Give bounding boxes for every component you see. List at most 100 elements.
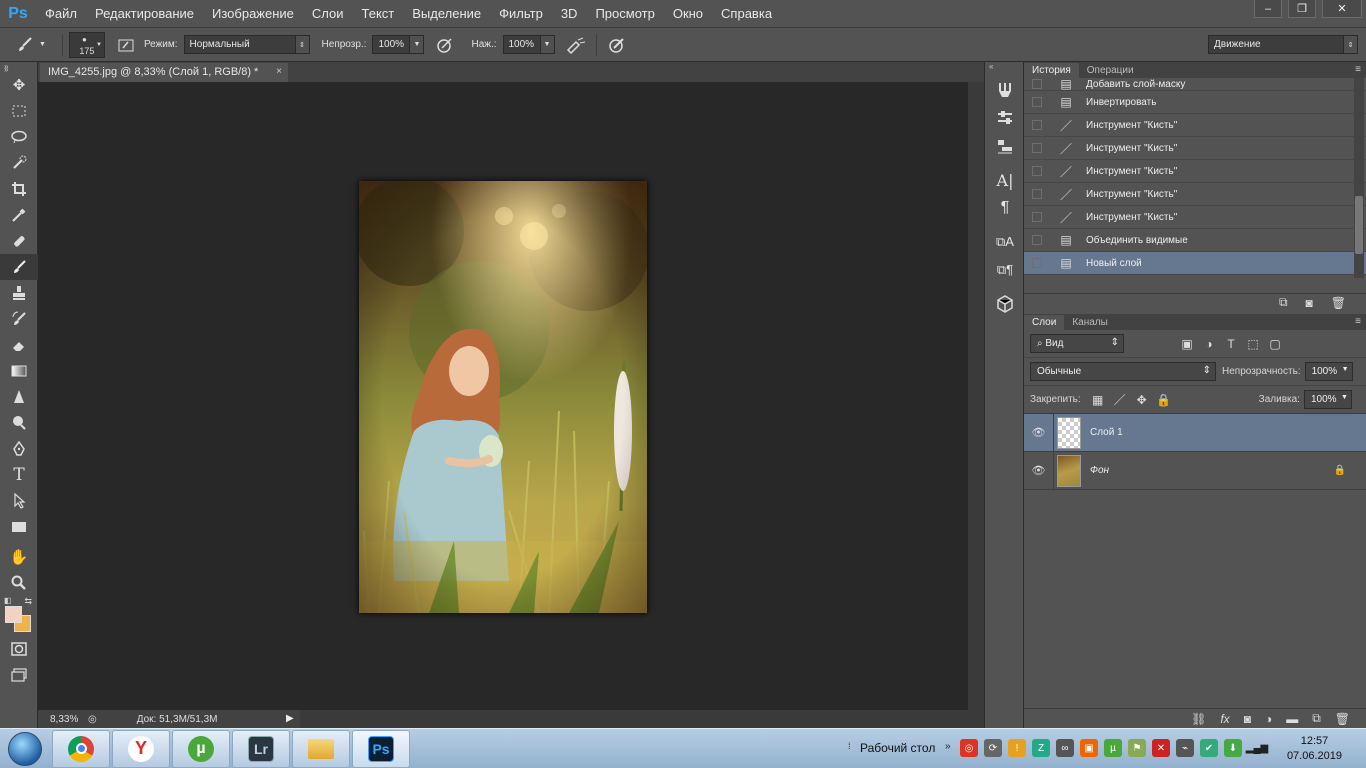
system-clock[interactable]: 12:57 07.06.2019	[1287, 734, 1342, 764]
tray-flag-icon[interactable]: ⚑	[1128, 739, 1146, 757]
chevron-down-icon[interactable]: ▼	[1342, 366, 1349, 373]
history-item[interactable]: ▤ Объединить видимые	[1024, 229, 1366, 252]
double-chevron-icon[interactable]: »	[945, 741, 951, 752]
character-panel-icon[interactable]: A|	[985, 166, 1025, 194]
history-scrollbar[interactable]	[1354, 78, 1364, 278]
menu-view[interactable]: Просмотр	[586, 6, 663, 21]
collapse-icon[interactable]: »	[4, 65, 8, 74]
history-item[interactable]: ／ Инструмент "Кисть"	[1024, 137, 1366, 160]
zoom-level[interactable]: 8,33%	[38, 714, 88, 725]
tray-orange-app-icon[interactable]: ▣	[1080, 739, 1098, 757]
tray-download-icon[interactable]: ⬇	[1224, 739, 1242, 757]
lock-all-icon[interactable]: 🔒	[1153, 393, 1175, 407]
mode-select[interactable]: Нормальный ⇕	[183, 35, 310, 54]
history-brush-tool-icon[interactable]	[0, 306, 38, 332]
history-item-selected[interactable]: ▤ Новый слой	[1024, 252, 1366, 275]
menu-select[interactable]: Выделение	[403, 6, 490, 21]
tab-channels[interactable]: Каналы	[1064, 315, 1116, 330]
paragraph-panel-icon[interactable]: ¶	[985, 194, 1025, 222]
network-signal-icon[interactable]: ▂▄▆	[1246, 739, 1268, 757]
layer-row[interactable]: 👁 Фон 🔒	[1024, 451, 1366, 490]
close-button[interactable]: ✕	[1322, 0, 1362, 18]
blur-tool-icon[interactable]	[0, 384, 38, 410]
taskbar-app-lightroom[interactable]: Lr	[232, 729, 290, 768]
layer-name[interactable]: Фон	[1090, 465, 1109, 476]
menu-help[interactable]: Справка	[712, 6, 781, 21]
brush-presets-icon[interactable]	[985, 76, 1025, 104]
history-snapshot-checkbox[interactable]	[1032, 189, 1042, 199]
tray-error-icon[interactable]: ✕	[1152, 739, 1170, 757]
taskbar-app-yandex[interactable]: Y	[112, 729, 170, 768]
lock-transparency-icon[interactable]: ▦	[1087, 393, 1109, 407]
add-mask-icon[interactable]: ◙	[1244, 712, 1251, 726]
foreground-color-swatch[interactable]	[5, 606, 22, 623]
brush-settings-icon[interactable]	[985, 104, 1025, 132]
brush-size-picker[interactable]: ● 175 ▼	[68, 31, 105, 58]
gradient-tool-icon[interactable]	[0, 358, 38, 384]
new-layer-icon[interactable]: ⧉	[1312, 711, 1321, 726]
history-snapshot-checkbox[interactable]	[1032, 166, 1042, 176]
filter-pixel-icon[interactable]: ▣	[1176, 337, 1198, 351]
brush-tool-icon[interactable]	[0, 254, 38, 280]
quick-selection-tool-icon[interactable]	[0, 150, 38, 176]
pressure-size-icon[interactable]	[606, 34, 628, 56]
restore-button[interactable]: ❐	[1288, 0, 1316, 18]
new-document-from-state-icon[interactable]: ⧉	[1279, 295, 1288, 310]
tray-app-gray-icon[interactable]: ⟳	[984, 739, 1002, 757]
adjustment-layer-icon[interactable]: ◑	[1265, 712, 1272, 726]
vertical-scrollbar[interactable]	[968, 82, 984, 710]
tray-warning-icon[interactable]: !	[1008, 739, 1026, 757]
collapse-icon[interactable]: «	[985, 62, 1023, 76]
horizontal-scrollbar[interactable]	[300, 710, 984, 728]
panel-menu-icon[interactable]: ≡	[1355, 64, 1361, 75]
zoom-tool-icon[interactable]	[0, 570, 38, 596]
marquee-tool-icon[interactable]	[0, 98, 38, 124]
new-group-icon[interactable]: ▬	[1286, 712, 1298, 726]
brush-preset-icon[interactable]	[14, 34, 36, 56]
pressure-opacity-icon[interactable]	[434, 34, 456, 56]
lasso-tool-icon[interactable]	[0, 124, 38, 150]
history-snapshot-checkbox[interactable]	[1032, 258, 1042, 268]
pen-tool-icon[interactable]	[0, 436, 38, 462]
trash-icon[interactable]: 🗑	[1335, 712, 1350, 726]
tray-network-app-icon[interactable]: ∞	[1056, 739, 1074, 757]
menu-filter[interactable]: Фильтр	[490, 6, 552, 21]
tab-history[interactable]: История	[1024, 63, 1079, 78]
status-info-icon[interactable]: ◎	[88, 714, 97, 725]
tab-layers[interactable]: Слои	[1024, 315, 1065, 330]
canvas-area[interactable]	[38, 82, 968, 710]
layer-style-icon[interactable]: fx	[1220, 712, 1229, 726]
layer-row-selected[interactable]: 👁 Слой 1	[1024, 413, 1366, 452]
camera-icon[interactable]: ◙	[1306, 296, 1313, 310]
type-tool-icon[interactable]: T	[0, 462, 38, 488]
chevron-down-icon[interactable]: ▼	[539, 36, 554, 53]
tray-antivirus-icon[interactable]: ✔	[1200, 739, 1218, 757]
history-item[interactable]: ▤ Инвертировать	[1024, 91, 1366, 114]
3d-panel-icon[interactable]	[985, 290, 1025, 318]
history-snapshot-checkbox[interactable]	[1032, 120, 1042, 130]
history-snapshot-checkbox[interactable]	[1032, 97, 1042, 107]
eyedropper-tool-icon[interactable]	[0, 202, 38, 228]
tray-app-red-icon[interactable]: ◎	[960, 739, 978, 757]
history-snapshot-checkbox[interactable]	[1032, 143, 1042, 153]
close-tab-icon[interactable]: ×	[276, 66, 282, 77]
taskbar-app-photoshop[interactable]: Ps	[352, 729, 410, 768]
menu-file[interactable]: Файл	[36, 6, 86, 21]
eraser-tool-icon[interactable]	[0, 332, 38, 358]
menu-window[interactable]: Окно	[664, 6, 712, 21]
dodge-tool-icon[interactable]	[0, 410, 38, 436]
tray-zona-icon[interactable]: Z	[1032, 739, 1050, 757]
filter-shape-icon[interactable]: ⬚	[1242, 337, 1264, 351]
healing-brush-tool-icon[interactable]	[0, 228, 38, 254]
layer-name[interactable]: Слой 1	[1090, 427, 1123, 438]
history-item[interactable]: ／ Инструмент "Кисть"	[1024, 114, 1366, 137]
history-item[interactable]: ／ Инструмент "Кисть"	[1024, 183, 1366, 206]
blend-mode-select[interactable]: Обычные ⇕	[1030, 362, 1216, 381]
history-item[interactable]: ▤ Добавить слой-маску	[1024, 78, 1366, 91]
taskbar-app-explorer[interactable]	[292, 729, 350, 768]
default-colors-icon[interactable]: ◧	[4, 596, 12, 605]
workspace-select[interactable]: Движение ⇕	[1208, 35, 1358, 54]
link-layers-icon[interactable]: ⛓	[1191, 712, 1206, 726]
minimize-button[interactable]: –	[1254, 0, 1282, 18]
filter-adjustment-icon[interactable]: ◑	[1198, 337, 1220, 351]
